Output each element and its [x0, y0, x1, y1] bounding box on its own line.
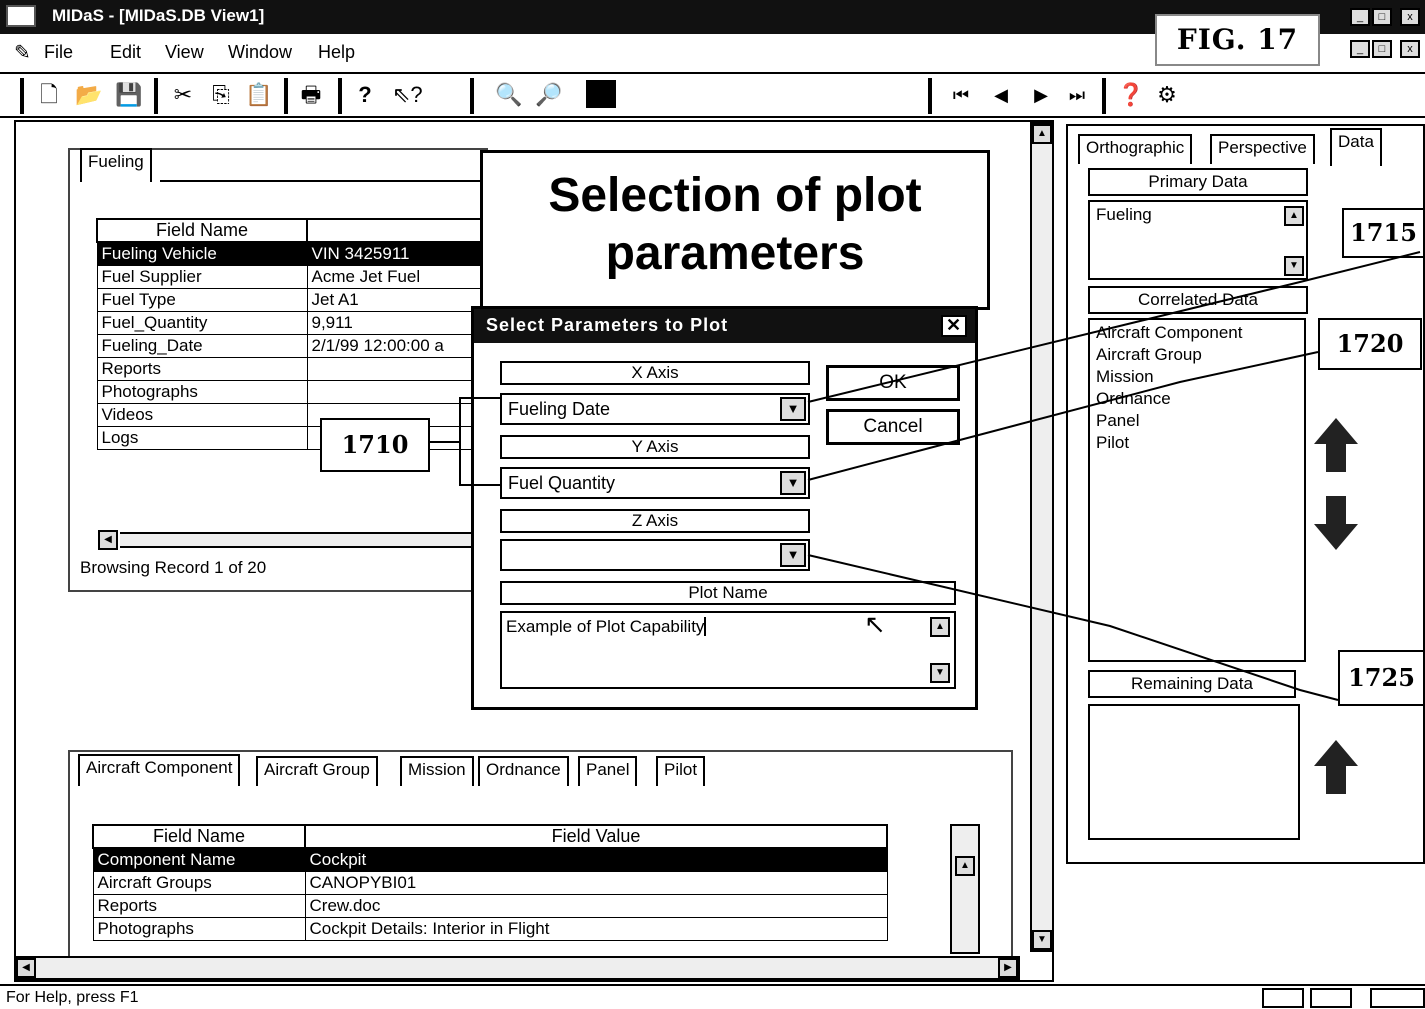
- leader-line-1720: [807, 351, 1319, 481]
- status-bar: For Help, press F1: [0, 984, 1425, 1009]
- leader-line-1710-a: [430, 397, 500, 443]
- leader-line-1710-b: [459, 442, 500, 486]
- leader-line-1715: [807, 251, 1421, 403]
- status-indicator: [1310, 988, 1352, 1008]
- status-text: For Help, press F1: [6, 989, 139, 1006]
- leader-line-1725: [807, 554, 1339, 701]
- status-indicator: [1370, 988, 1425, 1008]
- status-indicator: [1262, 988, 1304, 1008]
- callout-leader-lines: [430, 251, 1421, 701]
